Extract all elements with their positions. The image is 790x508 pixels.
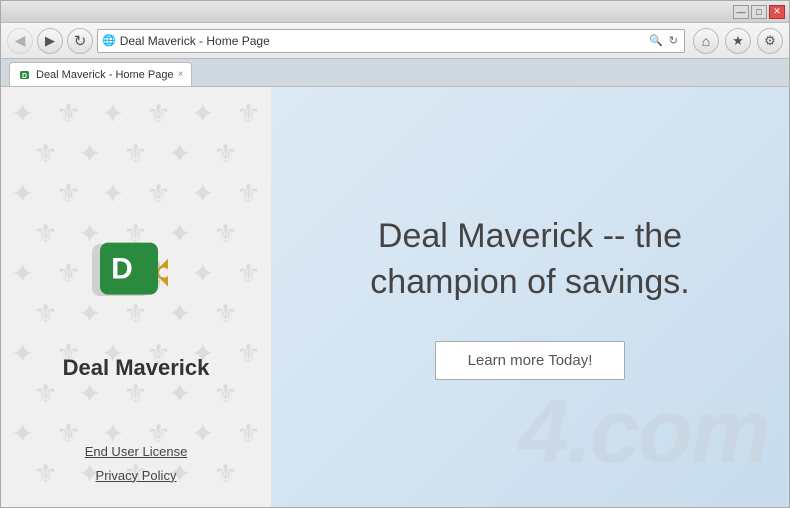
pattern-cell: ✦ (101, 97, 124, 130)
pattern-cell: ✦ (78, 137, 101, 170)
pattern-cell: ⚜ (146, 177, 171, 210)
pattern-cell: ✦ (11, 257, 34, 290)
pattern-cell: ✦ (191, 97, 214, 130)
refresh-button[interactable]: ↻ (67, 28, 93, 54)
pattern-cell: ⚜ (33, 377, 58, 410)
app-name: Deal Maverick (1, 355, 271, 381)
end-user-license-link[interactable]: End User License (85, 440, 188, 463)
pattern-cell: ⚜ (213, 377, 238, 410)
right-panel: 4.com Deal Maverick -- the champion of s… (271, 87, 789, 507)
watermark-text: 4.com (519, 382, 769, 482)
settings-button[interactable]: ⚙ (757, 28, 783, 54)
pattern-cell: ✦ (11, 97, 34, 130)
address-search-button[interactable]: 🔍 (647, 34, 665, 47)
address-refresh-small[interactable]: ↻ (667, 34, 680, 47)
close-button[interactable]: ✕ (769, 5, 785, 19)
forward-button[interactable]: ▶ (37, 28, 63, 54)
pattern-cell: ⚜ (213, 297, 238, 330)
address-bar-input[interactable] (120, 34, 643, 48)
browser-window: — □ ✕ ◀ ▶ ↻ 🌐 🔍 ↻ ⌂ ★ ⚙ (0, 0, 790, 508)
svg-text:D: D (22, 73, 27, 80)
pattern-cell: ⚜ (56, 257, 81, 290)
svg-text:D: D (111, 253, 133, 286)
pattern-cell: ⚜ (33, 297, 58, 330)
watermark: 4.com (519, 387, 769, 477)
main-headline: Deal Maverick -- the champion of savings… (370, 214, 689, 306)
pattern-cell: ⚜ (236, 257, 261, 290)
title-bar-buttons: — □ ✕ (733, 5, 785, 19)
pattern-cell: ✦ (11, 177, 34, 210)
pattern-cell: ⚜ (33, 137, 58, 170)
tab-favicon: D (18, 68, 32, 82)
favorites-button[interactable]: ★ (725, 28, 751, 54)
headline-line1: Deal Maverick -- the (370, 214, 689, 260)
headline-line2: champion of savings. (370, 260, 689, 306)
pattern-cell: ✦ (191, 177, 214, 210)
browser-toolbar: ◀ ▶ ↻ 🌐 🔍 ↻ ⌂ ★ ⚙ (1, 23, 789, 59)
learn-more-button[interactable]: Learn more Today! (435, 341, 626, 380)
address-bar-container: 🌐 🔍 ↻ (97, 29, 685, 53)
pattern-cell: ⚜ (123, 377, 148, 410)
pattern-cell: ⚜ (123, 137, 148, 170)
minimize-button[interactable]: — (733, 5, 749, 19)
logo-svg: D (96, 239, 176, 307)
maximize-button[interactable]: □ (751, 5, 767, 19)
content-area: ✦ ⚜ ✦ ⚜ ✦ ⚜ ⚜ ✦ ⚜ ✦ ⚜ ✦ ⚜ ✦ ⚜ ✦ ⚜ ⚜ (1, 87, 789, 507)
pattern-cell: ⚜ (236, 177, 261, 210)
left-panel: ✦ ⚜ ✦ ⚜ ✦ ⚜ ⚜ ✦ ⚜ ✦ ⚜ ✦ ⚜ ✦ ⚜ ✦ ⚜ ⚜ (1, 87, 271, 507)
pattern-cell: ✦ (168, 137, 191, 170)
pattern-cell: ⚜ (146, 97, 171, 130)
pattern-cell: ✦ (168, 377, 191, 410)
pattern-cell: ⚜ (56, 177, 81, 210)
logo-container: D (96, 239, 176, 312)
left-links: End User License Privacy Policy (1, 440, 271, 487)
active-tab[interactable]: D Deal Maverick - Home Page × (9, 62, 192, 86)
home-button[interactable]: ⌂ (693, 28, 719, 54)
favicon-svg: D (19, 69, 31, 81)
pattern-cell: ⚜ (33, 217, 58, 250)
tab-title: Deal Maverick - Home Page (36, 69, 174, 81)
pattern-cell: ⚜ (213, 137, 238, 170)
pattern-cell: ⚜ (56, 97, 81, 130)
pattern-cell: ⚜ (236, 97, 261, 130)
back-button[interactable]: ◀ (7, 28, 33, 54)
privacy-policy-link[interactable]: Privacy Policy (96, 464, 177, 487)
tab-close-button[interactable]: × (178, 69, 184, 80)
tab-bar: D Deal Maverick - Home Page × (1, 59, 789, 87)
title-bar: — □ ✕ (1, 1, 789, 23)
pattern-cell: ✦ (191, 257, 214, 290)
pattern-cell: ✦ (78, 377, 101, 410)
address-bar-actions: 🔍 ↻ (647, 34, 680, 47)
pattern-cell: ⚜ (213, 217, 238, 250)
pattern-cell: ✦ (101, 177, 124, 210)
address-bar-favicon: 🌐 (102, 34, 116, 47)
